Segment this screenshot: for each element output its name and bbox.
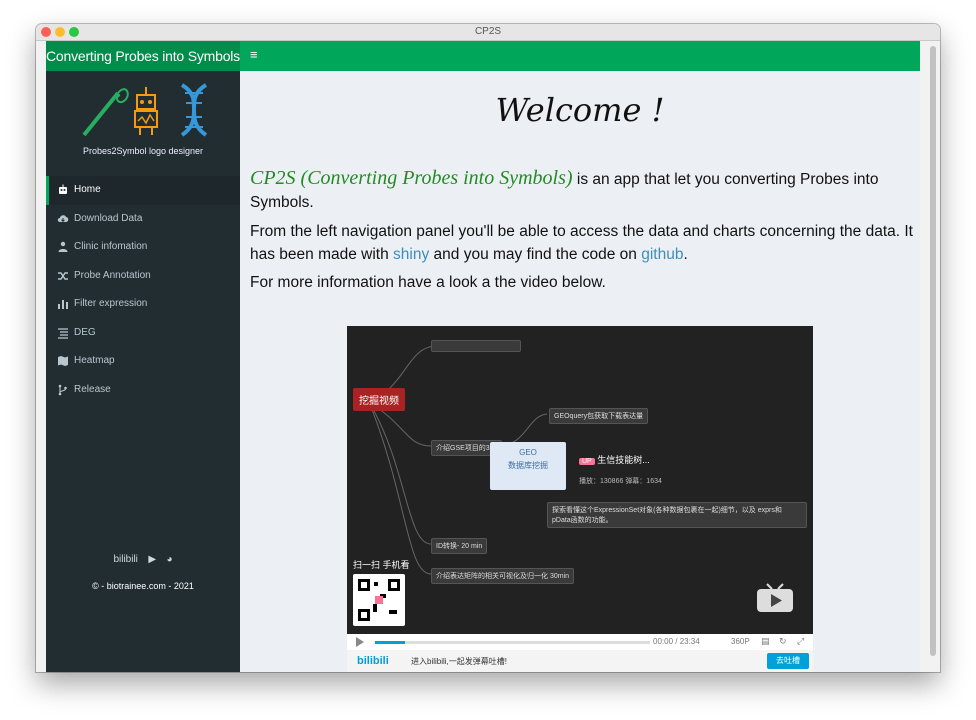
intro-paragraph: CP2S (Converting Probes into Symbols) is… — [250, 167, 915, 214]
sidebar-item-label: Probe Annotation — [74, 269, 151, 281]
loop-icon[interactable]: ↻ — [779, 636, 787, 647]
map-icon — [58, 356, 68, 366]
copyright-text: © - biotrainee.com - 2021 — [92, 581, 194, 591]
mindmap-node-top — [431, 340, 521, 352]
progress-buffer — [375, 641, 405, 644]
robot-icon — [59, 184, 67, 194]
sidebar-item-label: Home — [74, 184, 101, 195]
danmu-toggle-icon[interactable]: ▤ — [761, 636, 770, 647]
mindmap-node-id: ID转换- 20 min — [431, 538, 488, 554]
page-title: Welcome ! — [495, 91, 665, 129]
sidebar-item-label: DEG — [74, 326, 96, 338]
code-branch-icon — [58, 384, 67, 395]
window-titlebar: CP2S — [36, 24, 940, 41]
app-header: Converting Probes into Symbols ≡ — [46, 41, 920, 71]
qr-code — [353, 574, 405, 626]
bilibili-logo[interactable]: bilibili — [357, 655, 389, 667]
sidebar-item-release[interactable]: Release — [46, 376, 240, 405]
window-title: CP2S — [474, 26, 502, 37]
sidebar-item-filter-expression[interactable]: Filter expression — [46, 290, 240, 319]
video-paragraph: For more information have a look a the v… — [250, 274, 606, 291]
sidebar-item-download-data[interactable]: Download Data — [46, 205, 240, 234]
logo-images — [82, 83, 208, 137]
robot-icon — [134, 87, 158, 135]
mindmap-node-geoquery: GEOquery包获取下载表达量 — [549, 408, 649, 424]
page-scrollbar[interactable] — [930, 46, 936, 656]
fullscreen-icon[interactable]: ⤢ — [797, 636, 804, 647]
resolution-button[interactable]: 360P — [731, 637, 750, 646]
list-icon — [58, 327, 68, 339]
up-badge: UP — [579, 458, 595, 465]
user-md-icon — [58, 241, 68, 252]
youtube-icon[interactable]: ▶ — [148, 554, 156, 565]
bilibili-tv-icon — [757, 583, 793, 612]
sidebar-item-label: Heatmap — [74, 355, 115, 366]
sidebar-item-clinic-infomation[interactable]: Clinic infomation — [46, 233, 240, 262]
uploader-info[interactable]: UP 生信技能树... — [579, 453, 650, 466]
hamburger-icon[interactable]: ≡ — [250, 47, 258, 62]
video-cover-card[interactable]: GEO 数据库挖掘 — [490, 442, 566, 490]
needle-icon — [82, 88, 129, 137]
navigation-text-end: . — [683, 246, 688, 263]
uploader-name: 生信技能树... — [597, 455, 650, 465]
mindmap-node-expression: 探索看懂这个ExpressionSet对象(各种数据包裹在一起)细节，以及 ex… — [547, 502, 807, 528]
sidebar-item-label: Clinic infomation — [74, 241, 148, 252]
sidebar-item-home[interactable]: Home — [46, 176, 240, 205]
progress-bar[interactable] — [375, 641, 650, 644]
logo-caption: Probes2Symbol logo designer — [82, 146, 204, 156]
sidebar-item-label: Download Data — [74, 212, 143, 224]
time-display: 00:00 / 23:34 — [653, 637, 700, 646]
app-name-title: CP2S (Converting Probes into Symbols) — [250, 167, 573, 189]
sidebar-item-label: Filter expression — [74, 298, 148, 309]
github-link[interactable]: github — [641, 246, 683, 263]
main-content: Welcome ! CP2S (Converting Probes into S… — [240, 71, 920, 672]
navigation-text-2: and you may find the code on — [429, 246, 642, 263]
play-icon[interactable] — [355, 637, 365, 647]
bar-chart-icon — [58, 300, 68, 309]
player-controls: 00:00 / 23:34 360P ▤ ↻ ⤢ — [347, 634, 813, 650]
wechat-icon[interactable]: ◕ — [167, 554, 173, 565]
random-icon — [58, 271, 68, 280]
video-frame[interactable]: 挖掘视频 GEOquery包获取下载表达量 介绍GSE项目的3种 ID转换- 2… — [347, 326, 813, 634]
browser-window: CP2S Converting Probes into Symbols ≡ Pr… — [36, 24, 940, 672]
sidebar-menu: Home Download Data Clinic infomation Pro… — [46, 176, 240, 404]
cloud-download-icon — [57, 214, 69, 222]
views-count: 播放：130866 — [579, 478, 624, 485]
navigation-paragraph: From the left navigation panel you'll be… — [250, 220, 915, 266]
shiny-link[interactable]: shiny — [393, 246, 429, 263]
dna-icon — [180, 83, 208, 137]
danmu-count: 弹幕：1634 — [625, 478, 662, 485]
cover-subtitle: 数据库挖掘 — [508, 461, 548, 470]
sidebar-item-label: Release — [74, 383, 111, 395]
mindmap-node-normalize: 介绍表达矩阵的相关可视化及归一化 30min — [431, 568, 575, 584]
cover-title: GEO — [519, 448, 537, 457]
social-links: bilibili ▶ ◕ — [46, 549, 240, 567]
bilibili-icon[interactable]: bilibili — [113, 554, 137, 565]
video-player[interactable]: 挖掘视频 GEOquery包获取下载表达量 介绍GSE项目的3种 ID转换- 2… — [347, 326, 813, 672]
sidebar-item-probe-annotation[interactable]: Probe Annotation — [46, 262, 240, 291]
sidebar: Probes2Symbol logo designer Home Downloa… — [46, 71, 240, 672]
mindmap-node-red: 挖掘视频 — [353, 388, 405, 411]
scan-text: 扫一扫 手机看 — [353, 560, 410, 570]
app-brand[interactable]: Converting Probes into Symbols — [46, 41, 240, 71]
danmu-bar: bilibili 进入bilibili,一起发弹幕吐槽! 去吐槽 — [347, 650, 813, 672]
video-stats: 播放：130866 弹幕：1634 — [579, 476, 662, 486]
window-left-margin — [36, 41, 46, 672]
sidebar-item-deg[interactable]: DEG — [46, 319, 240, 348]
send-danmu-button[interactable]: 去吐槽 — [767, 653, 809, 669]
danmu-input[interactable]: 进入bilibili,一起发弹幕吐槽! — [411, 656, 507, 667]
sidebar-item-heatmap[interactable]: Heatmap — [46, 347, 240, 376]
